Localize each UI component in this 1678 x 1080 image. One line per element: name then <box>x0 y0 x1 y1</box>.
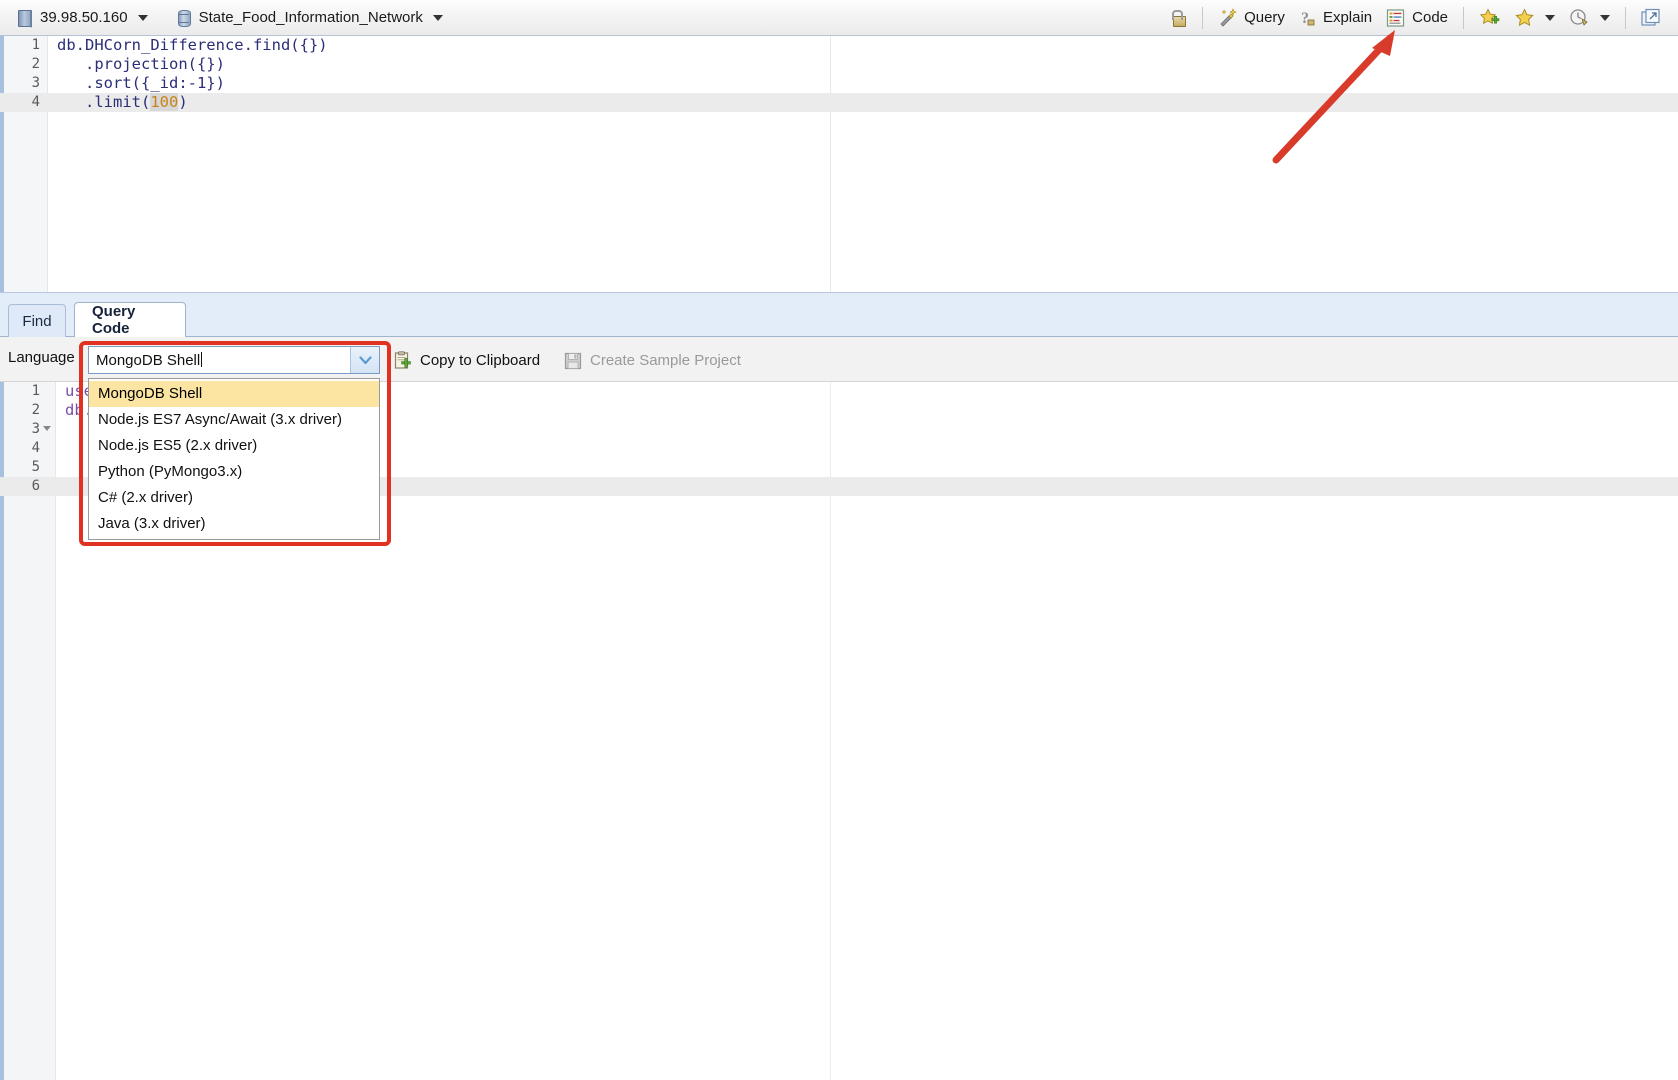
toolbar-right-group: Query ? Explain Code <box>1162 5 1678 31</box>
text-cursor <box>201 351 203 367</box>
line-number: 3 <box>31 75 40 91</box>
toolbar-divider <box>1202 6 1204 29</box>
tab-find[interactable]: Find <box>8 304 66 337</box>
add-favorite-button[interactable] <box>1472 5 1507 31</box>
star-plus-icon <box>1479 7 1500 24</box>
clipboard-icon <box>394 351 411 369</box>
tab-query-code[interactable]: Query Code <box>74 302 186 337</box>
server-selector[interactable]: 39.98.50.160 <box>10 6 155 30</box>
floppy-disk-icon <box>564 352 582 369</box>
database-icon <box>176 9 192 27</box>
explain-button[interactable]: ? Explain <box>1292 5 1379 30</box>
code-button-label: Code <box>1412 9 1448 26</box>
star-icon <box>1515 7 1534 26</box>
language-option-label: MongoDB Shell <box>98 385 203 402</box>
tab-find-label: Find <box>22 312 52 330</box>
create-sample-project-label: Create Sample Project <box>590 352 741 369</box>
language-option-label: Node.js ES7 Async/Await (3.x driver) <box>98 411 342 428</box>
line-number: 2 <box>31 402 40 418</box>
line-code: db.DHCorn_Difference.find({}) <box>57 36 328 54</box>
line-number: 5 <box>31 459 40 475</box>
line-number: 4 <box>31 94 40 110</box>
unlock-icon <box>1169 9 1187 27</box>
tab-query-code-label: Query Code <box>92 303 136 337</box>
language-combobox-value: MongoDB Shell <box>96 351 203 369</box>
language-dropdown-list[interactable]: MongoDB Shell Node.js ES7 Async/Await (3… <box>88 378 380 540</box>
favorites-button[interactable] <box>1507 5 1562 31</box>
chevron-down-icon[interactable] <box>137 14 148 21</box>
chevron-down-icon[interactable] <box>1600 14 1610 21</box>
main-toolbar: 39.98.50.160 State_Food_Information_Netw… <box>0 0 1678 36</box>
results-tab-strip: Find Query Code <box>0 292 1678 337</box>
language-option-label: Java (3.x driver) <box>98 515 206 532</box>
line-code-prefix: .limit( <box>57 93 151 111</box>
line-code-suffix: ) <box>178 93 188 111</box>
detach-window-icon <box>1641 8 1660 26</box>
chevron-down-icon[interactable] <box>1545 14 1555 21</box>
line-number: 2 <box>31 56 40 72</box>
question-mark-icon: ? <box>1301 10 1315 27</box>
fold-arrow-icon[interactable] <box>43 426 51 431</box>
mongodb-gui-window: 39.98.50.160 State_Food_Information_Netw… <box>0 0 1678 1080</box>
language-option-mongodb-shell[interactable]: MongoDB Shell <box>89 381 379 407</box>
editor-line[interactable]: 2 .projection({}) <box>0 55 1678 74</box>
line-number: 1 <box>31 37 40 53</box>
unlock-button[interactable] <box>1162 6 1194 30</box>
line-code: .limit(100) <box>57 93 188 112</box>
language-option-python[interactable]: Python (PyMongo3.x) <box>89 459 379 485</box>
query-button-label: Query <box>1244 9 1285 26</box>
language-option-csharp[interactable]: C# (2.x driver) <box>89 485 379 511</box>
line-code: .projection({}) <box>57 55 225 73</box>
server-label: 39.98.50.160 <box>40 9 128 26</box>
line-number: 6 <box>31 478 40 494</box>
language-option-label: Node.js ES5 (2.x driver) <box>98 437 258 454</box>
line-number: 1 <box>31 383 40 399</box>
toolbar-divider <box>1625 6 1626 29</box>
server-icon <box>17 9 33 27</box>
language-option-nodejs-es5[interactable]: Node.js ES5 (2.x driver) <box>89 433 379 459</box>
database-selector[interactable]: State_Food_Information_Network <box>169 6 450 30</box>
language-option-nodejs-es7[interactable]: Node.js ES7 Async/Await (3.x driver) <box>89 407 379 433</box>
editor-line[interactable]: 3 .sort({_id:-1}) <box>0 74 1678 93</box>
query-button[interactable]: Query <box>1211 5 1292 30</box>
chevron-down-icon <box>358 355 372 364</box>
chevron-down-icon[interactable] <box>432 14 443 21</box>
toolbar-divider <box>1463 6 1464 29</box>
limit-value: 100 <box>150 93 179 111</box>
magic-wand-icon <box>1220 8 1237 27</box>
copy-to-clipboard-label: Copy to Clipboard <box>420 352 541 369</box>
language-combobox[interactable]: MongoDB Shell <box>88 346 380 374</box>
history-button[interactable] <box>1562 5 1617 30</box>
language-combobox-arrow[interactable] <box>350 347 379 373</box>
toolbar-left-group: 39.98.50.160 State_Food_Information_Netw… <box>0 6 450 30</box>
explain-button-label: Explain <box>1322 9 1373 26</box>
language-label: Language <box>8 349 75 366</box>
code-button[interactable]: Code <box>1379 6 1455 30</box>
line-code: .sort({_id:-1}) <box>57 74 225 92</box>
clock-icon <box>1570 9 1588 26</box>
code-list-icon <box>1387 8 1405 27</box>
editor-lines: 1 db.DHCorn_Difference.find({}) 2 .proje… <box>0 36 1678 112</box>
language-option-java[interactable]: Java (3.x driver) <box>89 511 379 537</box>
detach-window-button[interactable] <box>1634 5 1668 31</box>
language-option-label: Python (PyMongo3.x) <box>98 463 243 480</box>
language-option-label: C# (2.x driver) <box>98 489 194 506</box>
editor-line-current[interactable]: 4 .limit(100) <box>0 93 1678 112</box>
create-sample-project-button[interactable]: Create Sample Project <box>564 348 741 373</box>
editor-line[interactable]: 1 db.DHCorn_Difference.find({}) <box>0 36 1678 55</box>
line-number: 3 <box>31 421 40 437</box>
database-label: State_Food_Information_Network <box>198 9 423 26</box>
query-editor-pane[interactable]: 1 db.DHCorn_Difference.find({}) 2 .proje… <box>0 36 1678 292</box>
line-number: 4 <box>31 440 40 456</box>
copy-to-clipboard-button[interactable]: Copy to Clipboard <box>393 348 540 373</box>
